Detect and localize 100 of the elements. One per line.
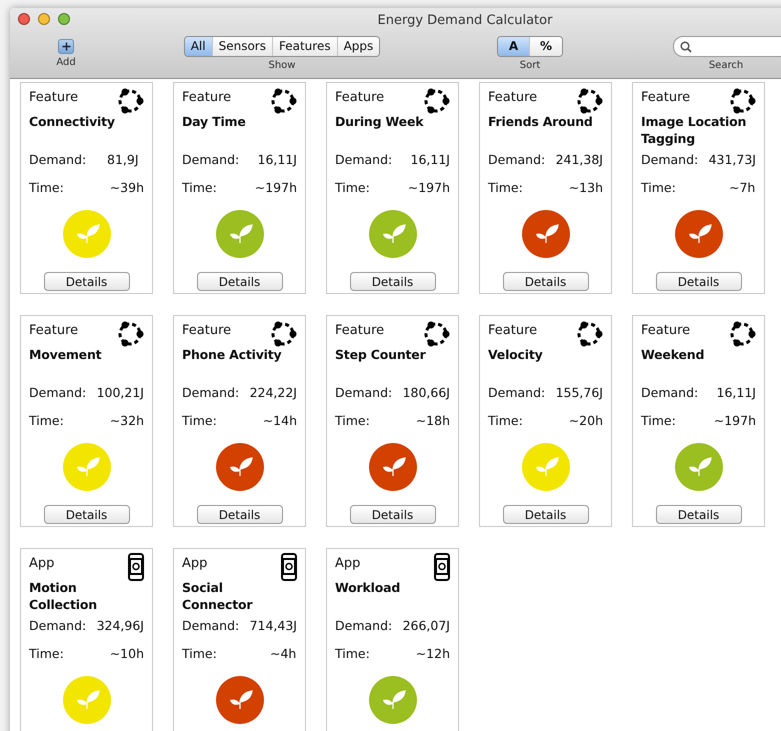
time-label: Time: [641,413,677,429]
details-button[interactable]: Details [44,272,130,291]
card-title: Image Location Tagging [641,113,748,147]
dotted-circle-icon [575,87,603,115]
card-type: App [182,555,208,572]
time-value: ~4h [270,646,296,662]
details-button[interactable]: Details [502,505,588,524]
demand-label: Demand: [488,385,546,401]
demand-label: Demand: [29,618,88,634]
card-title: Motion Collection [29,579,98,613]
add-button[interactable] [58,39,74,54]
card-title: Connectivity [29,113,116,131]
time-label: Time: [182,413,218,429]
phone-icon [281,553,297,581]
demand-value: 266,07J [402,618,450,634]
demand-value: 100,21J [96,385,144,401]
details-button[interactable]: Details [656,505,742,524]
close-button[interactable] [18,13,30,25]
demand-label: Demand: [335,385,394,401]
card-title: Phone Activity [182,346,282,364]
demand-label: Demand: [488,152,546,168]
details-button[interactable]: Details [196,505,282,524]
details-button[interactable]: Details [196,272,282,291]
details-button[interactable]: Details [350,505,436,524]
demand-value: 16,11J [716,385,756,401]
demand-label: Demand: [182,385,240,401]
demand-label: Demand: [29,152,88,168]
sort-tab[interactable]: % [530,37,562,56]
time-value: ~197h [254,180,297,196]
card-title: Step Counter [335,346,427,364]
card-title: During Week [335,113,425,131]
details-button[interactable]: Details [350,272,436,291]
sort-tab[interactable]: A [498,37,530,56]
card-title: Movement [29,346,102,364]
card-title: Workload [335,579,402,597]
demand-label: Demand: [335,152,394,168]
card-title: Velocity [488,346,544,364]
card-title: Friends Around [488,113,594,131]
filter-tab[interactable]: Apps [338,37,380,56]
card-type: Feature [29,89,78,106]
time-value: ~13h [568,180,603,196]
card-type: Feature [641,89,690,106]
card-title: Social Connector [182,579,254,613]
dotted-circle-icon [422,87,450,115]
card-type: App [29,555,54,572]
time-value: ~20h [568,413,603,429]
demand-label: Demand: [182,618,240,634]
time-value: ~7h [729,180,756,196]
time-label: Time: [182,646,218,662]
filter-tab[interactable]: All [184,37,213,56]
dotted-circle-icon [269,87,297,115]
demand-label: Demand: [182,152,240,168]
time-label: Time: [488,180,524,196]
card-title: Weekend [641,346,706,364]
search-icon [680,40,692,52]
card-type: Feature [641,322,690,339]
dotted-circle-icon [116,87,144,115]
dotted-circle-icon [728,87,756,115]
dotted-circle-icon [728,320,756,348]
demand-value: 155,76J [556,385,603,401]
details-button[interactable]: Details [44,505,130,524]
window-title: Energy Demand Calculator [376,12,552,28]
toolbar-label: Show [268,60,296,72]
minimize-button[interactable] [38,13,50,25]
time-label: Time: [488,413,524,429]
card-type: Feature [182,322,232,339]
details-button[interactable]: Details [656,272,742,291]
demand-value: 224,22J [250,385,297,401]
demand-value: 714,43J [250,618,297,634]
time-value: ~197h [714,413,756,429]
filter-tab[interactable]: Features [272,37,338,56]
card-title: Day Time [182,113,247,131]
time-value: ~18h [416,413,450,429]
demand-label: Demand: [641,385,700,401]
card-type: Feature [335,322,384,339]
card-type: Feature [488,322,538,339]
time-value: ~32h [110,413,144,429]
demand-value: 241,38J [556,152,603,168]
time-label: Time: [335,180,371,196]
plus-icon [62,42,70,51]
card-type: App [335,555,360,572]
card-type: Feature [488,89,538,106]
time-label: Time: [335,413,371,429]
demand-label: Demand: [335,618,394,634]
time-label: Time: [641,180,677,196]
time-label: Time: [335,646,371,662]
zoom-button[interactable] [58,13,70,25]
search-field[interactable] [673,36,781,57]
time-label: Time: [182,180,218,196]
filter-tab[interactable]: Sensors [212,37,273,56]
demand-label: Demand: [641,152,700,168]
toolbar-label: Search [708,60,744,72]
details-button[interactable]: Details [502,272,588,291]
card-type: Feature [335,89,384,106]
demand-value: 16,11J [410,152,450,168]
dotted-circle-icon [422,320,450,348]
card-type: Feature [182,89,232,106]
time-label: Time: [29,646,65,662]
dotted-circle-icon [269,320,297,348]
demand-value: 16,11J [258,152,297,168]
